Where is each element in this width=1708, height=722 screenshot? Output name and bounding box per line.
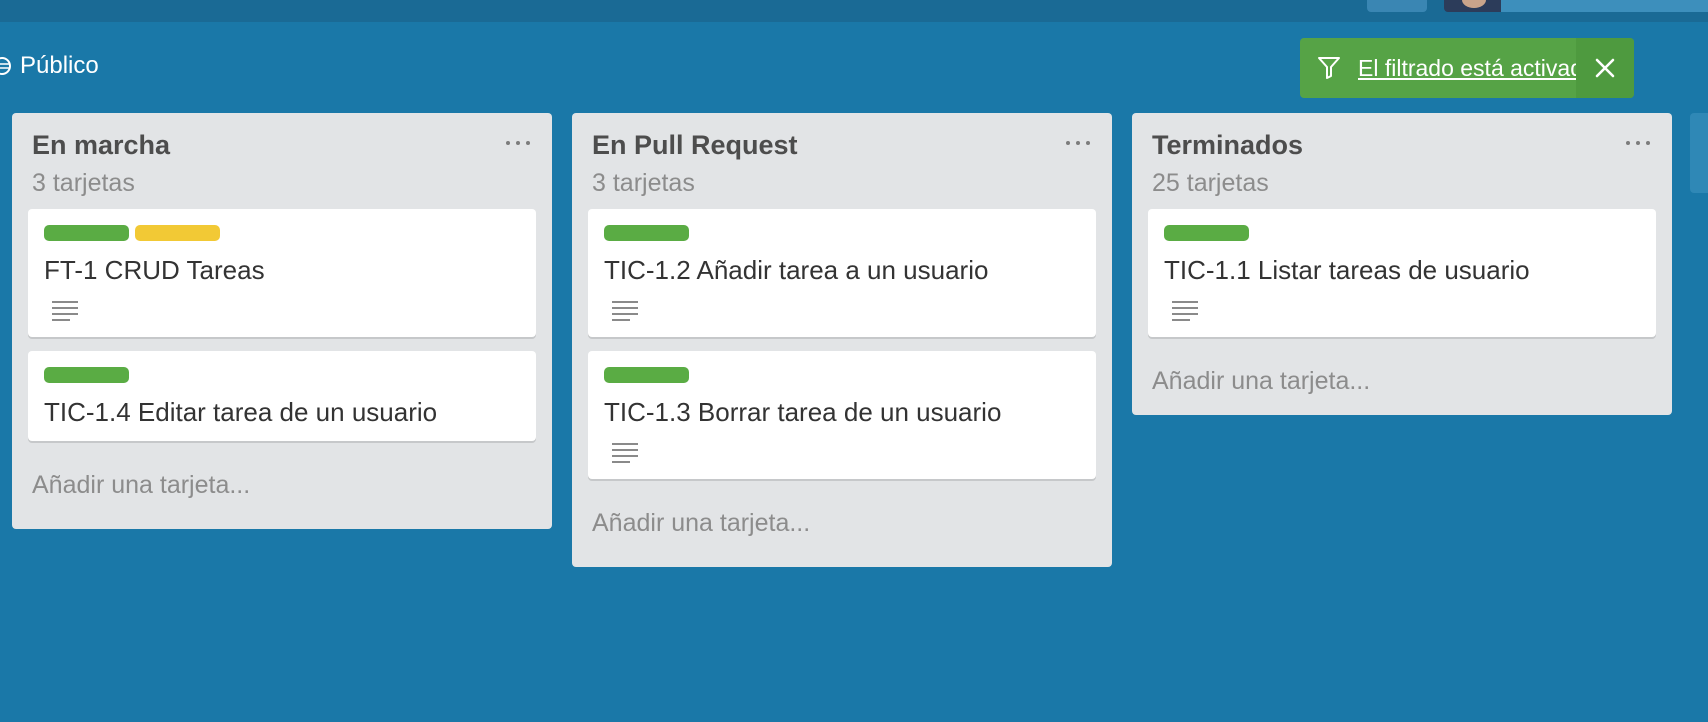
visibility-button[interactable]: Público — [20, 52, 99, 80]
card[interactable]: TIC-1.2 Añadir tarea a un usuario — [588, 209, 1096, 337]
list-title[interactable]: Terminados — [1152, 130, 1652, 161]
label-green — [604, 225, 689, 241]
close-filter-button[interactable] — [1576, 38, 1634, 98]
list-title[interactable]: En Pull Request — [592, 130, 1092, 161]
header-button[interactable] — [1367, 0, 1427, 12]
filter-banner: El filtrado está activado. — [1300, 38, 1634, 98]
list-terminados: Terminados 25 tarjetas TIC-1.1 Listar ta… — [1132, 113, 1672, 415]
label-green — [44, 225, 129, 241]
list-en-marcha: En marcha 3 tarjetas FT-1 CRUD Tareas TI… — [12, 113, 552, 529]
card-title: TIC-1.3 Borrar tarea de un usuario — [604, 397, 1002, 427]
list-title[interactable]: En marcha — [32, 130, 532, 161]
list-card-count: 25 tarjetas — [1152, 169, 1269, 197]
top-bar — [0, 0, 1708, 22]
add-card-button[interactable]: Añadir una tarjeta... — [572, 493, 1112, 567]
card-title: FT-1 CRUD Tareas — [44, 255, 265, 285]
list-card-count: 3 tarjetas — [32, 169, 135, 197]
list-en-pull-request: En Pull Request 3 tarjetas TIC-1.2 Añadi… — [572, 113, 1112, 567]
list-menu-icon[interactable] — [506, 135, 530, 151]
card-title: TIC-1.4 Editar tarea de un usuario — [44, 397, 438, 427]
label-green — [44, 367, 129, 383]
list-menu-icon[interactable] — [1066, 135, 1090, 151]
header-search-bar[interactable] — [1501, 0, 1708, 12]
list-card-count: 3 tarjetas — [592, 169, 695, 197]
add-card-button[interactable]: Añadir una tarjeta... — [12, 455, 552, 529]
next-list-edge — [1690, 113, 1708, 193]
card[interactable]: FT-1 CRUD Tareas — [28, 209, 536, 337]
label-green — [604, 367, 689, 383]
description-icon — [612, 301, 638, 325]
card-title: TIC-1.1 Listar tareas de usuario — [1164, 255, 1530, 285]
label-green — [1164, 225, 1249, 241]
card[interactable]: TIC-1.1 Listar tareas de usuario — [1148, 209, 1656, 337]
close-icon — [1595, 58, 1615, 78]
card[interactable]: TIC-1.3 Borrar tarea de un usuario — [588, 351, 1096, 479]
card-title: TIC-1.2 Añadir tarea a un usuario — [604, 255, 989, 285]
filter-icon — [1316, 55, 1342, 81]
filter-link[interactable]: El filtrado está activado. — [1358, 55, 1602, 82]
list-menu-icon[interactable] — [1626, 135, 1650, 151]
description-icon — [52, 301, 78, 325]
card[interactable]: TIC-1.4 Editar tarea de un usuario — [28, 351, 536, 441]
avatar[interactable] — [1444, 0, 1501, 12]
globe-icon — [0, 56, 12, 76]
description-icon — [1172, 301, 1198, 325]
add-card-button[interactable]: Añadir una tarjeta... — [1132, 351, 1672, 415]
label-yellow — [135, 225, 220, 241]
board-header: Público — [0, 46, 99, 86]
description-icon — [612, 443, 638, 467]
